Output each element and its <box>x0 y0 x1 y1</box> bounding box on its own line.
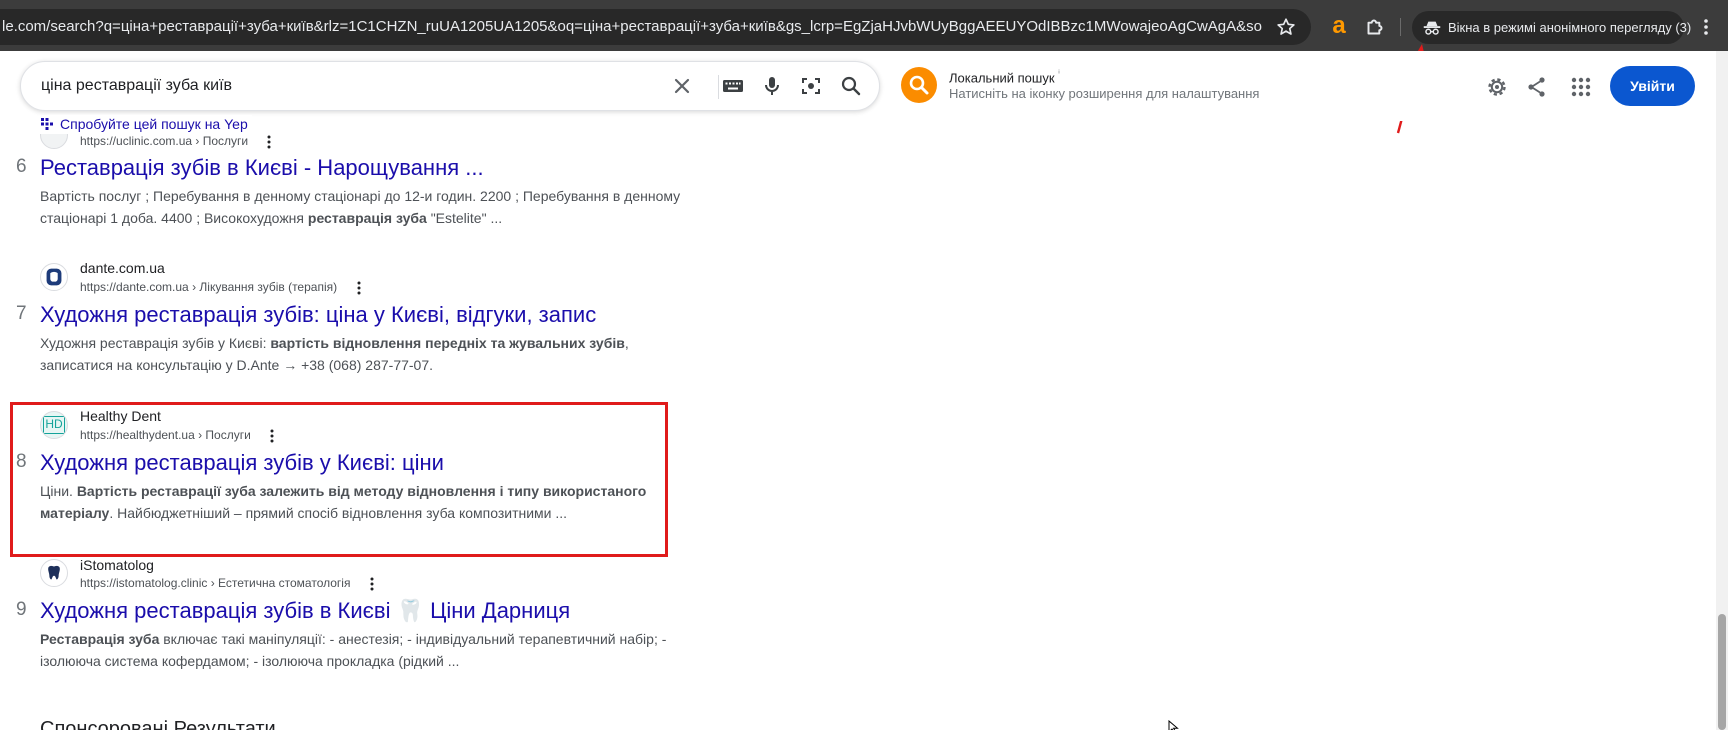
search-result: iStomatolog https://istomatolog.clinic ›… <box>0 554 700 684</box>
result-url: https://uclinic.com.ua › Послуги <box>80 134 249 148</box>
result-site-name: iStomatolog <box>80 557 154 573</box>
snippet-bold: вартість відновлення передніх та жувальн… <box>270 335 625 351</box>
result-url: https://istomatolog.clinic › Естетична с… <box>80 576 351 590</box>
result-number: 6 <box>16 156 27 177</box>
snippet-line: Художня реставрація зубів у Києві: варті… <box>40 332 688 354</box>
result-site-name: Healthy Dent <box>80 408 161 424</box>
site-favicon: HD <box>40 411 68 439</box>
result-snippet: Художня реставрація зубів у Києві: варті… <box>40 332 688 376</box>
result-snippet: Реставрація зуба включає такі маніпуляці… <box>40 628 688 672</box>
address-bar[interactable]: le.com/search?q=ціна+реставрації+зуба+ки… <box>0 9 1311 45</box>
result-url: https://dante.com.ua › Лікування зубів (… <box>80 280 338 294</box>
snippet-text: , <box>624 335 629 351</box>
result-number: 8 <box>16 451 27 472</box>
try-on-yep-link[interactable]: Спробуйте цей пошук на Yep <box>40 115 252 134</box>
snippet-line: ізолююча система кофердамом; - ізолююча … <box>40 653 460 669</box>
magnifier-icon <box>909 75 929 95</box>
apps-grid-icon[interactable] <box>1569 75 1593 99</box>
result-url: https://healthydent.ua › Послуги <box>80 428 251 442</box>
snippet-bold: Реставрація зуба <box>40 631 160 647</box>
healthydent-logo: HD <box>43 416 65 434</box>
more-options-icon[interactable] <box>367 576 377 592</box>
search-icon[interactable] <box>839 74 863 98</box>
sponsored-results-heading: Спонсоровані Результати <box>40 718 276 730</box>
search-result: dante.com.ua https://dante.com.ua › Ліку… <box>0 256 700 384</box>
browser-menu-icon[interactable] <box>1696 15 1716 39</box>
snippet-bold: Вартість реставрації зуба залежить від м… <box>76 483 647 499</box>
local-search-extension-icon[interactable] <box>901 67 937 103</box>
page-scrollbar[interactable] <box>1716 51 1728 730</box>
snippet-line: Реставрація зуба включає такі маніпуляці… <box>40 628 688 650</box>
share-icon[interactable] <box>1525 75 1549 99</box>
extensions-puzzle-icon[interactable] <box>1362 14 1388 40</box>
incognito-windows-button[interactable]: Вікна в режимі анонімного перегляду (3) <box>1412 11 1691 44</box>
result-title-link[interactable]: Художня реставрація зубів: ціна у Києві,… <box>40 302 596 328</box>
result-site-name: dante.com.ua <box>80 260 165 276</box>
snippet-bold: реставрація зуба <box>307 210 427 226</box>
yep-icon <box>41 118 53 130</box>
settings-gear-icon[interactable] <box>1485 75 1509 99</box>
more-options-icon[interactable] <box>264 134 274 150</box>
voice-search-icon[interactable] <box>760 74 784 98</box>
result-number: 7 <box>16 303 27 324</box>
snippet-bold: матеріалу <box>40 505 110 521</box>
search-result: HD Healthy Dent https://healthydent.ua ›… <box>0 404 700 554</box>
clear-icon[interactable] <box>670 74 694 98</box>
result-title-link[interactable]: Художня реставрація зубів в Києві 🦷 Ціни… <box>40 598 570 624</box>
snippet-line: стаціонарі 1 доба. 4400 ; Високохудожня … <box>40 207 688 229</box>
dante-logo-icon <box>46 268 62 286</box>
toolbar-divider <box>1400 18 1401 36</box>
result-title-link[interactable]: Реставрація зубів в Києві - Нарощування … <box>40 155 484 181</box>
more-options-icon[interactable] <box>354 280 364 296</box>
search-box[interactable]: ціна реставрації зуба київ <box>20 61 880 111</box>
search-input[interactable]: ціна реставрації зуба київ <box>41 62 232 110</box>
local-search-title-text: Локальний пошук <box>949 70 1055 86</box>
snippet-text: включає такі маніпуляції: - анестезія; -… <box>159 631 667 647</box>
info-icon[interactable]: ⁱ <box>1058 69 1060 80</box>
snippet-text: . Найбюджетніший – прямий спосіб відновл… <box>109 505 568 521</box>
incognito-label: Вікна в режимі анонімного перегляду (3) <box>1448 20 1692 35</box>
local-search-subtitle: Натисніть на іконку розширення для налаш… <box>949 86 1260 101</box>
sign-in-button[interactable]: Увійти <box>1610 66 1695 106</box>
address-bar-url[interactable]: le.com/search?q=ціна+реставрації+зуба+ки… <box>0 9 1262 45</box>
incognito-icon <box>1423 21 1441 35</box>
snippet-text: "Estelite" ... <box>426 210 503 226</box>
amazon-extension-icon[interactable]: a <box>1326 14 1352 40</box>
result-title-link[interactable]: Художня реставрація зубів у Києві: ціни <box>40 450 444 476</box>
site-favicon <box>40 263 68 291</box>
result-snippet: Ціни. Вартість реставрації зуба залежить… <box>40 480 688 524</box>
mouse-cursor-icon <box>1168 720 1179 730</box>
site-favicon <box>40 559 68 587</box>
snippet-text: Ціни. <box>40 483 77 499</box>
snippet-line: Ціни. Вартість реставрації зуба залежить… <box>40 480 688 502</box>
snippet-text: стаціонарі 1 доба. 4400 ; Високохудожня <box>40 210 308 226</box>
search-result: https://uclinic.com.ua › Послуги 6 Реста… <box>0 121 700 235</box>
camera-search-icon[interactable] <box>799 74 823 98</box>
browser-toolbar: le.com/search?q=ціна+реставрації+зуба+ки… <box>0 0 1728 51</box>
keyboard-icon[interactable] <box>721 74 745 98</box>
snippet-text: Художня реставрація зубів у Києві: <box>40 335 271 351</box>
scrollbar-thumb[interactable] <box>1718 614 1726 730</box>
bookmark-star-icon[interactable] <box>1275 16 1297 38</box>
snippet-line: записатися на консультацію у D.Ante → +3… <box>40 357 434 373</box>
snippet-line: матеріалу. Найбюджетніший – прямий спосі… <box>40 502 688 524</box>
google-header: ціна реставрації зуба київ Локальний пош… <box>0 51 1716 121</box>
tooth-logo-icon <box>48 565 60 580</box>
result-number: 9 <box>16 599 27 620</box>
more-options-icon[interactable] <box>267 428 277 444</box>
local-search-title: Локальний пошук ⁱ <box>949 69 1060 85</box>
result-snippet: Вартість послуг ; Перебування в денному … <box>40 185 688 229</box>
yep-link-label[interactable]: Спробуйте цей пошук на Yep <box>60 116 248 132</box>
snippet-line: Вартість послуг ; Перебування в денному … <box>40 188 681 204</box>
searchbox-divider <box>718 75 719 99</box>
